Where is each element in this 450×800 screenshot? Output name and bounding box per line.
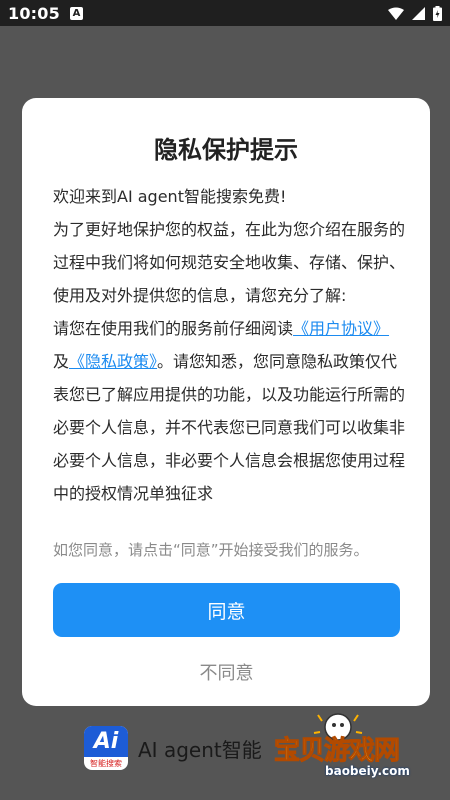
privacy-policy-link[interactable]: 《隐私政策》 <box>69 352 157 371</box>
watermark-text: 宝贝游戏网 <box>273 736 400 767</box>
read-paragraph: 请您在使用我们的服务前仔细阅读《用户协议》及《隐私政策》。请您知悉，您同意隐私政… <box>53 312 405 510</box>
app-logo-mark: Ai <box>84 726 128 757</box>
agree-button[interactable]: 同意 <box>53 583 400 637</box>
battery-icon <box>433 5 442 21</box>
signal-icon <box>412 6 425 20</box>
wifi-icon <box>388 7 404 20</box>
read-prefix: 请您在使用我们的服务前仔细阅读 <box>53 319 294 338</box>
dialog-body[interactable]: 欢迎来到AI agent智能搜索免费! 为了更好地保护您的权益，在此为您介绍在服… <box>53 180 405 542</box>
welcome-text: 欢迎来到AI agent智能搜索免费! <box>53 187 287 206</box>
disagree-button[interactable]: 不同意 <box>53 654 400 690</box>
app-logo-subtitle: 智能搜索 <box>90 759 122 768</box>
notification-icon: A <box>69 6 83 20</box>
consent-hint: 如您同意，请点击“同意”开始接受我们的服务。 <box>53 541 369 559</box>
intro-text: 为了更好地保护您的权益，在此为您介绍在服务的过程中我们将如何规范安全地收集、存储… <box>53 220 405 305</box>
status-bar: 10:05 A <box>0 0 450 26</box>
watermark-url: baobeiy.com <box>325 764 410 778</box>
privacy-dialog: 隐私保护提示 欢迎来到AI agent智能搜索免费! 为了更好地保护您的权益，在… <box>22 98 430 706</box>
and-text: 及 <box>53 352 70 371</box>
user-agreement-link[interactable]: 《用户协议》 <box>293 319 389 338</box>
status-icons <box>388 5 442 21</box>
app-logo: Ai 智能搜索 <box>84 726 128 770</box>
read-suffix: 。请您知悉，您同意隐私政策仅代表您已了解应用提供的功能，以及功能运行所需的必要个… <box>53 352 405 503</box>
dialog-title: 隐私保护提示 <box>154 136 298 164</box>
app-name: AI agent智能 <box>138 738 262 762</box>
status-time: 10:05 <box>8 3 60 23</box>
